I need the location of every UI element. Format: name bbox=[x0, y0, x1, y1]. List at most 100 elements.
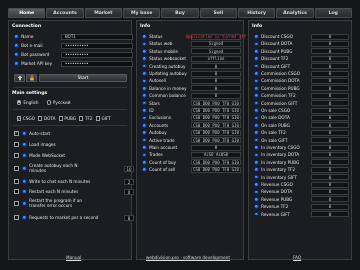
info-row-value: CS0 DO0 PU0 TF0 GI0 bbox=[191, 166, 241, 173]
requests-per-second-input[interactable]: 8 bbox=[124, 215, 134, 221]
tab-market[interactable]: Market bbox=[84, 8, 122, 18]
stats-row: In inventory GIFT bbox=[254, 174, 297, 181]
info-bullet-icon bbox=[142, 56, 147, 61]
email-input[interactable]: •••••••••• bbox=[61, 42, 133, 49]
stats-row-value: 0 bbox=[311, 188, 349, 195]
stats-row-value: 0 bbox=[311, 196, 349, 203]
stats-row-value: 0 bbox=[311, 211, 349, 218]
tab-sell[interactable]: Sell bbox=[199, 8, 237, 18]
password-input[interactable]: •••••••••• bbox=[61, 51, 133, 58]
tab-buy[interactable]: Buy bbox=[161, 8, 199, 18]
stats-row-value: 0 bbox=[311, 203, 349, 210]
checkbox-box bbox=[58, 116, 63, 121]
game-gift-checkbox[interactable]: GIFT bbox=[95, 116, 111, 121]
info-row-value: CS0 DO0 PU0 TF0 GI0 bbox=[191, 100, 241, 107]
restart-minutes-input[interactable]: 0 bbox=[124, 189, 134, 195]
tab-history[interactable]: History bbox=[237, 8, 276, 18]
autobuy-minutes-input[interactable]: 10 bbox=[124, 166, 134, 172]
option-label: Load images bbox=[29, 142, 56, 147]
game-pubg-checkbox[interactable]: PUBG bbox=[58, 116, 76, 121]
manual-link[interactable]: Manual bbox=[66, 255, 81, 260]
stats-row: On sale TF2 bbox=[254, 129, 286, 136]
chat-minutes-input[interactable]: 2 bbox=[124, 179, 134, 185]
stats-row-value: 0 bbox=[311, 63, 349, 70]
tab-log[interactable]: Log bbox=[314, 8, 352, 18]
developer-link[interactable]: webdivision.pro - software development bbox=[146, 255, 230, 260]
info-row-label: Main account bbox=[149, 145, 178, 150]
game-tf2-checkbox[interactable]: TF2 bbox=[79, 116, 93, 121]
lock-button[interactable] bbox=[26, 74, 37, 82]
stats-row-label: Revenue CSGO bbox=[261, 182, 293, 187]
option-row: Load images bbox=[22, 141, 56, 148]
stats-row-label: Revenue TF2 bbox=[261, 204, 289, 210]
write-chat-checkbox[interactable] bbox=[14, 179, 19, 184]
stats-row-value: 0 bbox=[311, 92, 349, 99]
radio-label: English bbox=[23, 100, 39, 105]
load-images-checkbox[interactable] bbox=[14, 142, 19, 147]
info-bullet-icon bbox=[142, 78, 147, 84]
create-autobuy-checkbox[interactable] bbox=[14, 166, 19, 171]
stats-row: On sale PUBG bbox=[254, 122, 290, 129]
info-row-label: Active trade bbox=[149, 137, 175, 143]
tab-analytics[interactable]: Analytics bbox=[276, 8, 314, 18]
games-group: ✓ CSGO DOTA PUBG TF2 GIFT bbox=[17, 115, 114, 122]
name-input[interactable]: BOT1 bbox=[61, 33, 133, 40]
info-row-label: Accounts bbox=[149, 122, 169, 128]
info-bullet-icon bbox=[254, 160, 259, 165]
info-bullet-icon bbox=[142, 34, 147, 39]
info-bullet-icon bbox=[142, 41, 147, 47]
stats-row-value: 0 bbox=[311, 100, 349, 107]
divider bbox=[13, 125, 127, 126]
game-csgo-checkbox[interactable]: ✓ CSGO bbox=[17, 116, 35, 121]
language-russian-radio[interactable]: Русский bbox=[46, 100, 71, 105]
stats-row: Discount CSGO bbox=[254, 33, 293, 40]
stats-row-value: 0 bbox=[311, 129, 349, 136]
stats-row-label: Commission CSGO bbox=[261, 71, 301, 76]
upload-button[interactable] bbox=[14, 74, 25, 82]
option-row: Auto-start bbox=[22, 130, 50, 137]
start-button[interactable]: Start bbox=[39, 74, 127, 82]
info-row-label: Balance in money bbox=[149, 85, 187, 91]
info-bullet-icon bbox=[254, 56, 259, 61]
info-row-value: 0 bbox=[191, 77, 241, 84]
info-bullet-icon bbox=[22, 142, 27, 147]
restart-checkbox[interactable] bbox=[14, 189, 19, 194]
info-row-label: Autobuy bbox=[149, 130, 167, 136]
language-english-radio[interactable]: English bbox=[17, 100, 39, 105]
info-row: Main account bbox=[142, 144, 177, 151]
info-bullet-icon bbox=[254, 86, 259, 91]
info-row-value: offline bbox=[191, 55, 241, 62]
info-bullet-icon bbox=[254, 71, 259, 76]
restart-on-error-checkbox[interactable] bbox=[14, 201, 19, 206]
option-row: Create autobuy each N minutes bbox=[22, 163, 82, 172]
auto-start-checkbox[interactable]: ✓ bbox=[14, 131, 19, 136]
stats-row-value: 0 bbox=[311, 55, 349, 62]
game-dota-checkbox[interactable]: DOTA bbox=[38, 116, 56, 121]
info-row-label: Trades bbox=[149, 152, 163, 158]
upload-icon bbox=[17, 75, 22, 81]
info-bullet-icon bbox=[142, 130, 147, 135]
info-row: Status mobile bbox=[142, 48, 178, 55]
info-bullet-icon bbox=[254, 174, 259, 180]
tab-home[interactable]: Home bbox=[8, 8, 46, 18]
stats-row-value: 0 bbox=[311, 70, 349, 77]
info-row: Active trade bbox=[142, 137, 175, 144]
info-row-label: Status mobile bbox=[149, 48, 178, 54]
info-row-value: CS0 DO0 PU0 TF0 GI0 bbox=[191, 159, 241, 166]
info-bullet-icon bbox=[142, 137, 147, 143]
divider bbox=[13, 87, 127, 88]
faq-link[interactable]: FAQ bbox=[293, 255, 301, 260]
requests-checkbox[interactable] bbox=[14, 215, 19, 220]
info-row-label: Autosell bbox=[149, 78, 166, 84]
info-bullet-icon bbox=[254, 130, 259, 135]
info-row-value: 0 bbox=[191, 144, 241, 151]
tab-accounts[interactable]: Accounts bbox=[46, 8, 84, 18]
stats-row-value: 0 bbox=[311, 114, 349, 121]
info-row-label: Creating autobuy bbox=[149, 63, 186, 69]
info-bullet-icon bbox=[22, 189, 27, 194]
api-key-input[interactable]: •••••••••• bbox=[61, 60, 133, 67]
websocket-checkbox[interactable] bbox=[14, 153, 19, 158]
info-bullet-icon bbox=[142, 152, 147, 158]
tab-my-base[interactable]: My base bbox=[122, 8, 161, 18]
stats-row: In inventory DOTA bbox=[254, 151, 299, 158]
